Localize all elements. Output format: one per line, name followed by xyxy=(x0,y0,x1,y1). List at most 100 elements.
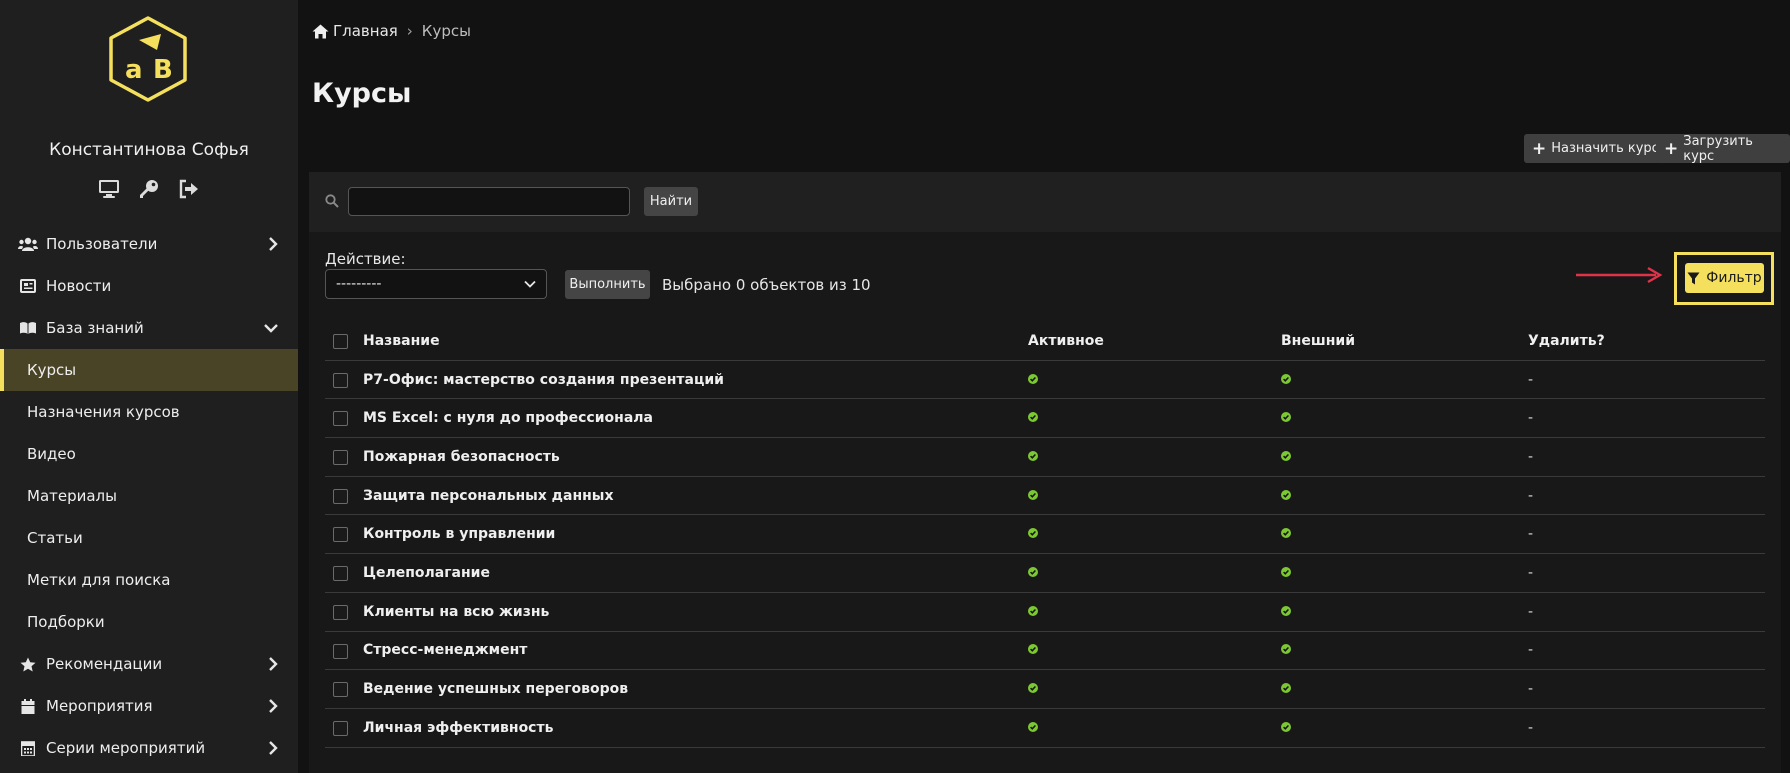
course-name-link[interactable]: Ведение успешных переговоров xyxy=(363,681,628,697)
calendar-icon xyxy=(18,698,38,714)
check-circle-icon xyxy=(1281,642,1291,658)
check-circle-icon xyxy=(1028,410,1038,426)
sidebar-item-video[interactable]: Видео xyxy=(0,433,298,475)
chevron-down-icon xyxy=(264,324,278,333)
row-checkbox[interactable] xyxy=(333,604,348,620)
course-name-link[interactable]: Стресс-менеджмент xyxy=(363,642,527,658)
sidebar-item-search-tags[interactable]: Метки для поиска xyxy=(0,559,298,601)
course-name-link[interactable]: Р7-Офис: мастерство создания презентаций xyxy=(363,372,724,388)
sidebar-item-courses[interactable]: Курсы xyxy=(0,349,298,391)
chevron-right-icon xyxy=(269,237,278,251)
select-all-checkbox[interactable] xyxy=(333,334,348,349)
book-icon xyxy=(18,320,38,336)
sidebar-item-label: Материалы xyxy=(27,487,117,505)
check-circle-icon xyxy=(1281,372,1291,388)
sidebar-item-label: Видео xyxy=(27,445,76,463)
delete-value: - xyxy=(1528,564,1534,581)
selection-counter: Выбрано 0 объектов из 10 xyxy=(662,276,871,294)
check-circle-icon xyxy=(1028,526,1038,542)
sidebar-item-collections[interactable]: Подборки xyxy=(0,601,298,643)
row-checkbox[interactable] xyxy=(333,372,348,388)
row-checkbox[interactable] xyxy=(333,488,348,504)
column-header-delete: Удалить? xyxy=(1528,332,1605,349)
filter-icon xyxy=(1687,272,1700,284)
assign-course-button[interactable]: + Назначить курс xyxy=(1524,134,1667,163)
table-row: Пожарная безопасность - xyxy=(325,438,1765,477)
course-name-link[interactable]: Целеполагание xyxy=(363,565,490,581)
plus-icon: + xyxy=(1664,138,1679,159)
filter-button[interactable]: Фильтр xyxy=(1685,263,1764,293)
courses-table: Название Активное Внешний Удалить? Р7-Оф… xyxy=(325,322,1765,748)
action-select[interactable]: --------- xyxy=(325,269,547,299)
calendar-grid-icon xyxy=(18,740,38,756)
course-name-link[interactable]: MS Excel: с нуля до профессионала xyxy=(363,410,653,426)
sidebar-item-course-assignments[interactable]: Назначения курсов xyxy=(0,391,298,433)
logout-icon[interactable] xyxy=(177,178,201,200)
check-circle-icon xyxy=(1028,681,1038,697)
sidebar-item-label: Метки для поиска xyxy=(27,571,171,589)
user-name: Константинова Софья xyxy=(49,140,249,160)
svg-text:B: B xyxy=(153,55,173,85)
check-circle-icon xyxy=(1028,642,1038,658)
search-button[interactable]: Найти xyxy=(644,187,698,216)
breadcrumb-home-link[interactable]: Главная xyxy=(333,22,398,40)
chevron-down-icon xyxy=(524,280,536,288)
row-checkbox[interactable] xyxy=(333,566,348,582)
key-icon[interactable] xyxy=(137,178,161,200)
delete-value: - xyxy=(1528,487,1534,504)
sidebar-item-events[interactable]: Мероприятия xyxy=(0,685,298,727)
sidebar-item-event-series[interactable]: Серии мероприятий xyxy=(0,727,298,769)
sidebar-item-materials[interactable]: Материалы xyxy=(0,475,298,517)
sidebar-item-label: Статьи xyxy=(27,529,83,547)
course-name-link[interactable]: Контроль в управлении xyxy=(363,526,555,542)
run-action-button[interactable]: Выполнить xyxy=(565,270,650,299)
row-checkbox[interactable] xyxy=(333,411,348,427)
check-circle-icon xyxy=(1028,565,1038,581)
table-row: Клиенты на всю жизнь - xyxy=(325,593,1765,632)
row-checkbox[interactable] xyxy=(333,682,348,698)
course-name-link[interactable]: Защита персональных данных xyxy=(363,488,613,504)
action-select-value: --------- xyxy=(336,276,382,292)
delete-value: - xyxy=(1528,681,1534,698)
table-row: Контроль в управлении - xyxy=(325,515,1765,555)
sidebar-item-label: Рекомендации xyxy=(46,655,163,673)
row-checkbox[interactable] xyxy=(333,450,348,466)
column-header-external[interactable]: Внешний xyxy=(1281,333,1355,349)
check-circle-icon xyxy=(1281,604,1291,620)
star-icon xyxy=(18,656,38,672)
breadcrumb-current: Курсы xyxy=(421,22,471,40)
logo-icon[interactable]: a B xyxy=(103,14,193,104)
sidebar-item-users[interactable]: Пользователи xyxy=(0,223,298,265)
sidebar-item-label: Пользователи xyxy=(46,235,158,253)
course-name-link[interactable]: Пожарная безопасность xyxy=(363,449,560,465)
page-title: Курсы xyxy=(312,78,412,109)
row-checkbox[interactable] xyxy=(333,527,348,543)
row-checkbox[interactable] xyxy=(333,720,348,736)
column-header-name[interactable]: Название xyxy=(363,333,440,349)
home-icon[interactable] xyxy=(312,24,329,39)
sidebar-item-label: Мероприятия xyxy=(46,697,153,715)
table-row: Р7-Офис: мастерство создания презентаций… xyxy=(325,361,1765,400)
column-header-active[interactable]: Активное xyxy=(1028,333,1104,349)
search-icon xyxy=(325,194,339,208)
plus-icon: + xyxy=(1532,138,1547,159)
upload-course-button[interactable]: + Загрузить курс xyxy=(1656,134,1790,164)
table-row: Стресс-менеджмент - xyxy=(325,632,1765,671)
sidebar-nav: Пользователи Новости База знаний Курсы Н… xyxy=(0,223,298,769)
check-circle-icon xyxy=(1281,410,1291,426)
row-checkbox[interactable] xyxy=(333,643,348,659)
monitor-icon[interactable] xyxy=(97,178,121,200)
users-icon xyxy=(18,236,38,252)
sidebar-item-label: Курсы xyxy=(27,361,77,379)
sidebar-item-articles[interactable]: Статьи xyxy=(0,517,298,559)
check-circle-icon xyxy=(1281,488,1291,504)
delete-value: - xyxy=(1528,603,1534,620)
course-name-link[interactable]: Личная эффективность xyxy=(363,720,553,736)
delete-value: - xyxy=(1528,371,1534,388)
sidebar-item-news[interactable]: Новости xyxy=(0,265,298,307)
check-circle-icon xyxy=(1281,681,1291,697)
sidebar-item-knowledge-base[interactable]: База знаний xyxy=(0,307,298,349)
course-name-link[interactable]: Клиенты на всю жизнь xyxy=(363,604,549,620)
sidebar-item-recommendations[interactable]: Рекомендации xyxy=(0,643,298,685)
search-input[interactable] xyxy=(348,187,630,216)
